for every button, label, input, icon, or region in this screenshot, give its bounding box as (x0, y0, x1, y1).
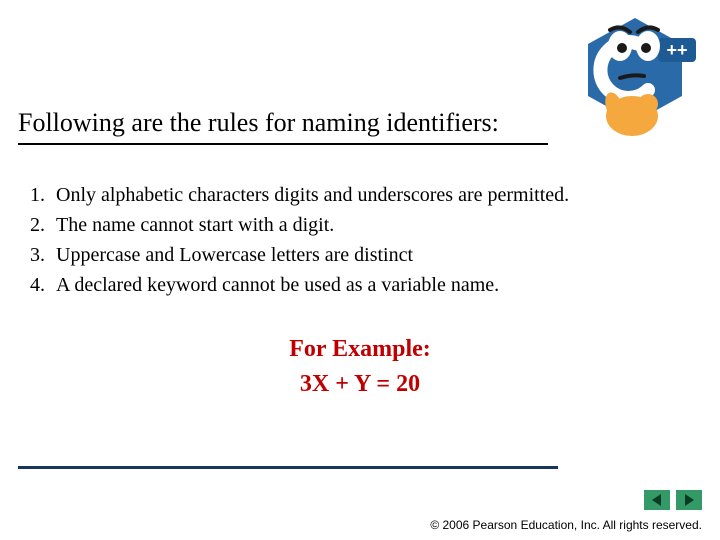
triangle-left-icon (650, 493, 664, 507)
rules-list: Only alphabetic characters digits and un… (40, 180, 569, 300)
triangle-right-icon (682, 493, 696, 507)
footer-divider (18, 466, 558, 469)
copyright-footer: © 2006 Pearson Education, Inc. All right… (430, 518, 702, 532)
list-item: The name cannot start with a digit. (50, 210, 569, 240)
heading-underline (18, 143, 548, 145)
list-item: A declared keyword cannot be used as a v… (50, 270, 569, 300)
list-item: Uppercase and Lowercase letters are dist… (50, 240, 569, 270)
list-item: Only alphabetic characters digits and un… (50, 180, 569, 210)
cpp-thinking-logo: ++ (570, 10, 700, 140)
cpp-badge-text: ++ (666, 40, 687, 60)
section-heading: Following are the rules for naming ident… (18, 108, 499, 138)
example-title: For Example: (0, 332, 720, 367)
prev-slide-button[interactable] (644, 490, 670, 510)
example-equation: 3X + Y = 20 (0, 367, 720, 402)
example-block: For Example: 3X + Y = 20 (0, 332, 720, 402)
slide-nav (644, 490, 702, 510)
next-slide-button[interactable] (676, 490, 702, 510)
